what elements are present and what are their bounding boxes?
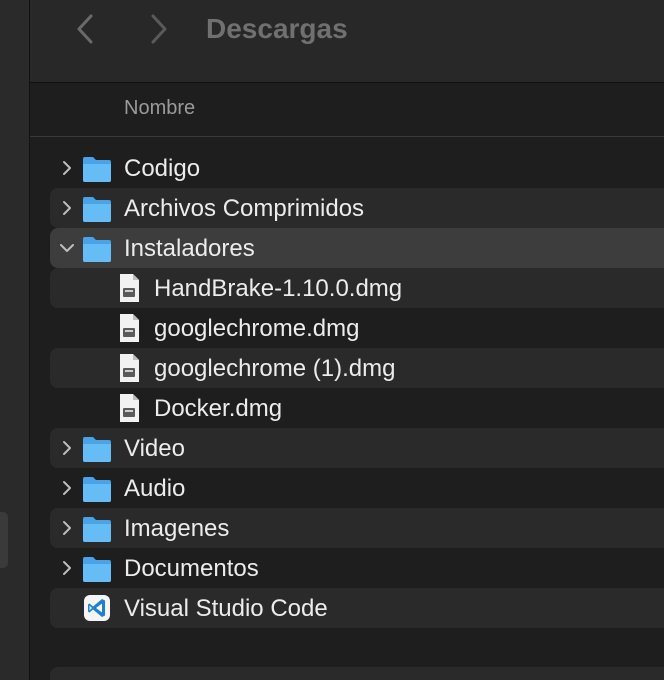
chevron-down-icon[interactable] [60, 238, 74, 258]
folder-icon [83, 237, 111, 262]
folder-icon [83, 557, 111, 582]
list-item[interactable]: Documentos [50, 548, 664, 588]
file-list: Codigo Archivos Comprimidos Instaladores… [50, 148, 664, 628]
forward-button[interactable] [140, 12, 174, 46]
item-label: HandBrake-1.10.0.dmg [154, 275, 403, 302]
list-item[interactable]: Archivos Comprimidos [50, 188, 664, 228]
disk-image-icon [120, 314, 139, 342]
sidebar-edge [0, 0, 30, 680]
chevron-right-icon[interactable] [60, 478, 74, 498]
list-item[interactable]: googlechrome.dmg [50, 308, 664, 348]
chevron-right-icon [151, 14, 167, 44]
list-item[interactable]: HandBrake-1.10.0.dmg [50, 268, 664, 308]
finder-toolbar: Descargas [30, 0, 664, 83]
item-label: Documentos [124, 555, 259, 582]
folder-icon [83, 197, 111, 222]
folder-icon [83, 477, 111, 502]
folder-icon [83, 157, 111, 182]
list-item[interactable]: Docker.dmg [50, 388, 664, 428]
column-header: Nombre [30, 83, 664, 137]
item-label: Imagenes [124, 515, 230, 542]
chevron-left-icon [77, 14, 93, 44]
item-label: Docker.dmg [154, 395, 283, 422]
chevron-right-icon[interactable] [60, 198, 74, 218]
item-label: googlechrome (1).dmg [154, 355, 396, 382]
list-item[interactable]: Video [50, 428, 664, 468]
list-item[interactable]: Audio [50, 468, 664, 508]
vscode-app-icon [84, 595, 110, 621]
chevron-right-icon[interactable] [60, 558, 74, 578]
window-title: Descargas [206, 13, 348, 44]
item-label: Codigo [124, 155, 201, 182]
name-column-header[interactable]: Nombre [124, 97, 195, 120]
chevron-right-icon[interactable] [60, 518, 74, 538]
list-item[interactable]: Imagenes [50, 508, 664, 548]
list-item[interactable]: Visual Studio Code [50, 588, 664, 628]
item-label: Visual Studio Code [124, 595, 328, 622]
list-item[interactable]: googlechrome (1).dmg [50, 348, 664, 388]
back-button[interactable] [70, 12, 104, 46]
disk-image-icon [120, 354, 139, 382]
folder-icon [83, 517, 111, 542]
item-label: Audio [124, 475, 186, 502]
item-label: Video [124, 435, 185, 462]
chevron-right-icon[interactable] [60, 158, 74, 178]
chevron-right-icon[interactable] [60, 438, 74, 458]
list-item[interactable]: Codigo [50, 148, 664, 188]
disk-image-icon [120, 274, 139, 302]
sidebar-resize-handle[interactable] [0, 512, 8, 568]
item-label: Instaladores [124, 235, 255, 262]
folder-icon [83, 437, 111, 462]
list-item[interactable]: Instaladores [50, 228, 664, 268]
list-item-partial [50, 667, 664, 680]
disk-image-icon [120, 394, 139, 422]
item-label: Archivos Comprimidos [124, 195, 365, 222]
item-label: googlechrome.dmg [154, 315, 360, 342]
